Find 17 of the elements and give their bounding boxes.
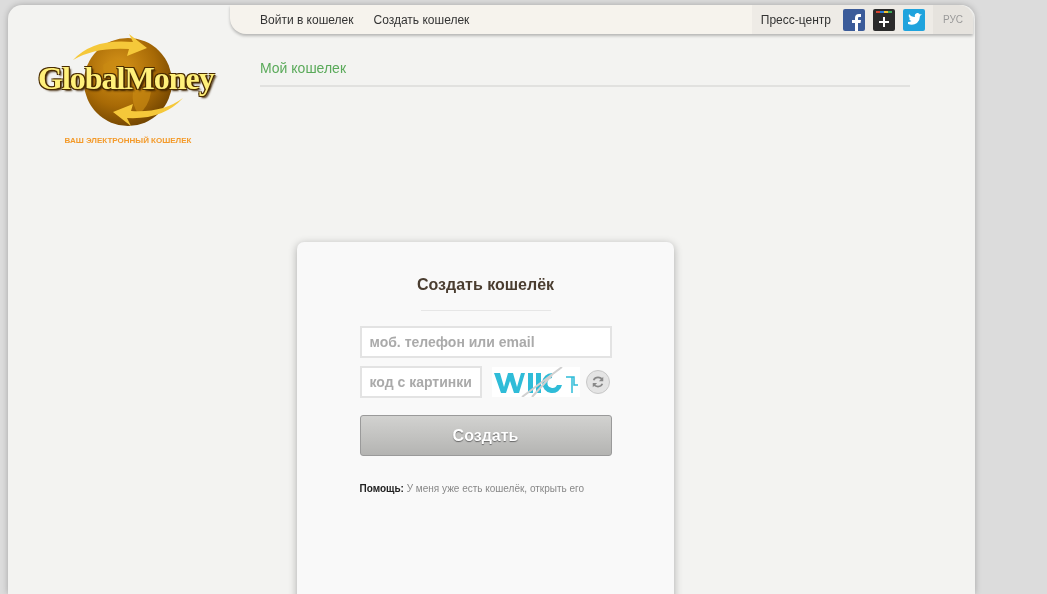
- help-text: Помощь: У меня уже есть кошелёк, открыть его: [359, 483, 586, 494]
- plus-icon[interactable]: [872, 8, 895, 31]
- logo-tagline: ВАШ ЭЛЕКТРОННЫЙ КОШЕЛЕК: [64, 136, 192, 145]
- help-link[interactable]: У меня уже есть кошелёк, открыть его: [406, 483, 585, 494]
- nav-link[interactable]: Войти в кошелек: [260, 12, 354, 27]
- logo-name: GlobalMoney: [38, 60, 214, 97]
- logo[interactable]: GlobalMoney ВАШ ЭЛЕКТРОННЫЙ КОШЕЛЕК: [28, 30, 228, 145]
- nav-link[interactable]: Создать кошелек: [373, 12, 470, 27]
- refresh-icon[interactable]: [585, 370, 610, 394]
- press-center-link[interactable]: Пресс-центр: [760, 12, 831, 27]
- form-title: Создать кошелёк: [416, 276, 555, 294]
- captcha-field[interactable]: код с картинки: [359, 366, 482, 398]
- facebook-icon[interactable]: [842, 8, 865, 31]
- login-field[interactable]: моб. телефон или email: [359, 326, 612, 358]
- language-switch[interactable]: РУС: [932, 5, 973, 34]
- twitter-icon[interactable]: [902, 8, 925, 31]
- section-title: Мой кошелек: [260, 60, 910, 87]
